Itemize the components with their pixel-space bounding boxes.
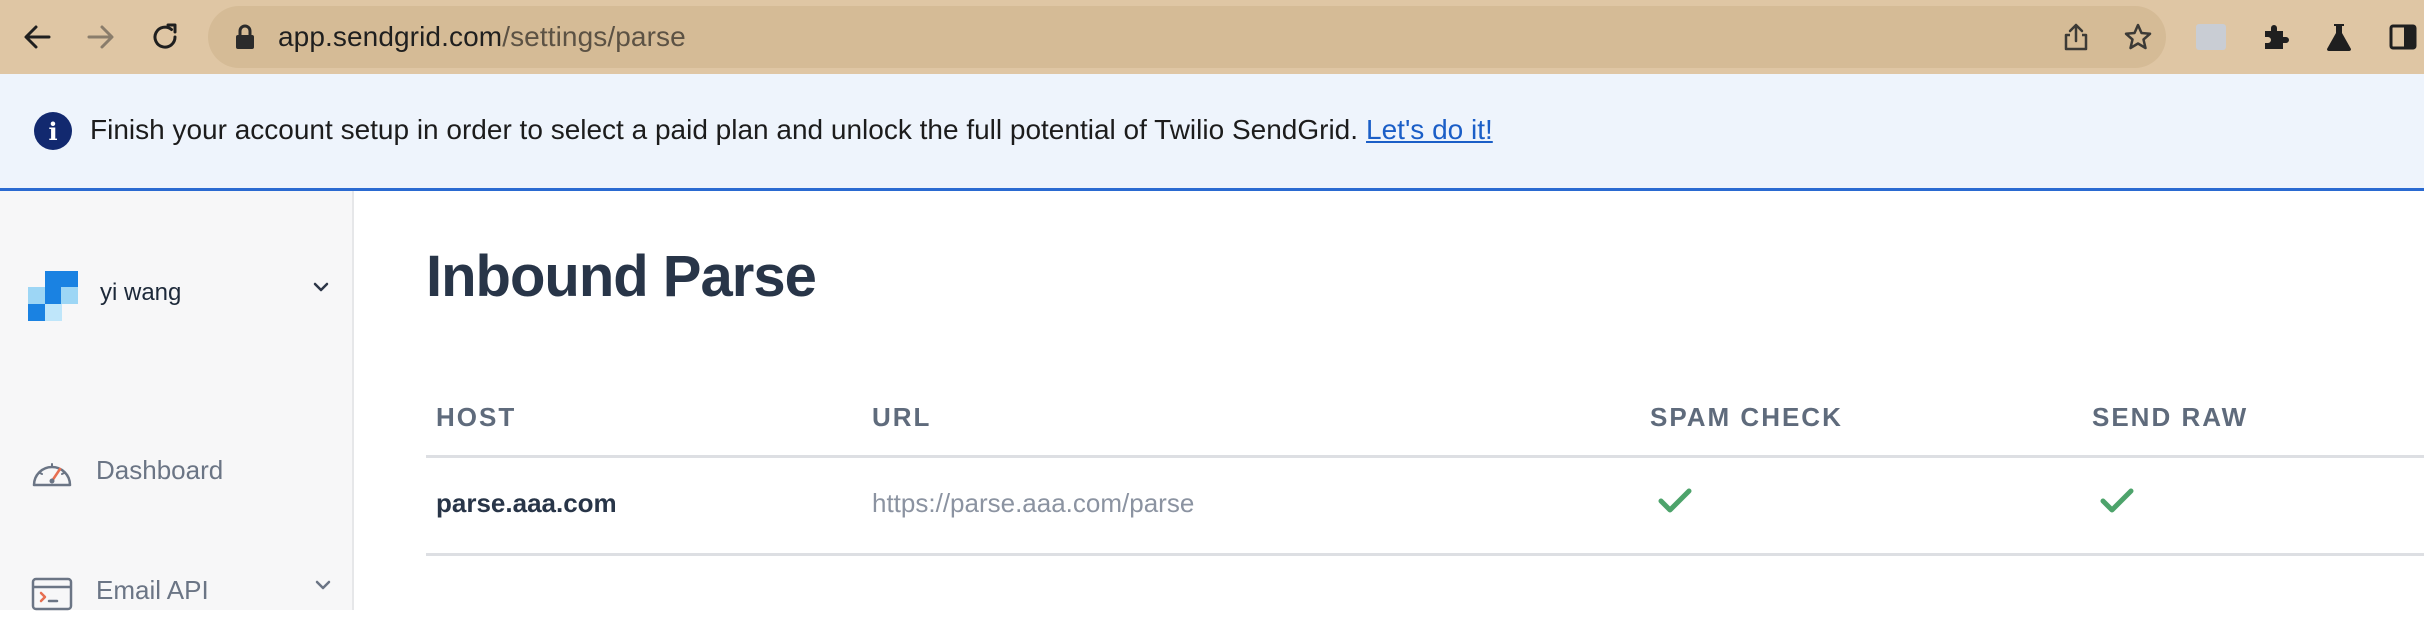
- side-panel-button[interactable]: [2378, 12, 2424, 62]
- extensions-puzzle-icon: [2265, 25, 2289, 49]
- address-bar[interactable]: app.sendgrid.com/settings/parse: [208, 6, 2166, 68]
- back-button[interactable]: [12, 12, 62, 62]
- sidebar-item-email-api[interactable]: Email API: [30, 569, 340, 619]
- info-icon: i: [34, 112, 72, 150]
- star-icon: [2124, 23, 2152, 50]
- reload-button[interactable]: [140, 12, 190, 62]
- lock-icon: [236, 24, 254, 49]
- sidebar-item-label: Email API: [96, 575, 209, 605]
- table-header-row: HOST URL SPAM CHECK SEND RAW: [426, 388, 2424, 458]
- gauge-icon: [32, 463, 72, 487]
- account-setup-banner: i Finish your account setup in order to …: [0, 74, 2424, 191]
- forward-arrow-icon: [87, 25, 114, 49]
- extensions-button[interactable]: [2250, 12, 2300, 62]
- back-arrow-icon: [24, 25, 51, 49]
- extension-placeholder-icon: [2196, 24, 2226, 50]
- host-cell: parse.aaa.com: [436, 488, 617, 518]
- share-icon: [2064, 23, 2088, 51]
- reload-icon: [153, 23, 177, 49]
- banner-text: Finish your account setup in order to se…: [90, 114, 1359, 145]
- column-header-url: URL: [872, 402, 932, 432]
- labs-flask-icon: [2327, 24, 2351, 51]
- chevron-down-icon: [313, 282, 329, 292]
- send-raw-checkmark-icon: [2100, 488, 2134, 513]
- column-header-send-raw: SEND RAW: [2092, 402, 2249, 432]
- url-text[interactable]: app.sendgrid.com/settings/parse: [278, 6, 686, 68]
- share-button[interactable]: [2056, 17, 2096, 57]
- lets-do-it-link[interactable]: Let's do it!: [1366, 114, 1493, 145]
- extension-button[interactable]: [2186, 12, 2236, 62]
- browser-toolbar: app.sendgrid.com/settings/parse: [0, 0, 2424, 74]
- column-header-spam-check: SPAM CHECK: [1650, 402, 1843, 432]
- labs-button[interactable]: [2314, 12, 2364, 62]
- url-domain: app.sendgrid.com: [278, 21, 503, 52]
- url-path: /settings/parse: [502, 21, 686, 52]
- banner-message: Finish your account setup in order to se…: [90, 108, 1493, 152]
- forward-button[interactable]: [76, 12, 126, 62]
- spam-check-checkmark-icon: [1658, 488, 1692, 513]
- column-header-host: HOST: [436, 402, 517, 432]
- chevron-down-icon: [315, 580, 331, 590]
- terminal-window-icon: [31, 577, 73, 611]
- inbound-parse-table: HOST URL SPAM CHECK SEND RAW parse.aaa.c…: [426, 388, 2424, 556]
- account-switcher[interactable]: yi wang: [28, 271, 338, 327]
- page-title: Inbound Parse: [426, 244, 817, 309]
- sidebar-item-dashboard[interactable]: Dashboard: [30, 449, 340, 499]
- side-panel-icon: [2389, 24, 2417, 50]
- sidebar: yi wang Dashboard Email API: [0, 191, 354, 611]
- bookmark-button[interactable]: [2118, 17, 2158, 57]
- account-name: yi wang: [100, 279, 182, 306]
- url-cell: https://parse.aaa.com/parse: [872, 488, 1195, 518]
- sidebar-item-label: Dashboard: [96, 455, 224, 485]
- table-row[interactable]: parse.aaa.com https://parse.aaa.com/pars…: [426, 458, 2424, 556]
- sendgrid-logo: [28, 271, 78, 321]
